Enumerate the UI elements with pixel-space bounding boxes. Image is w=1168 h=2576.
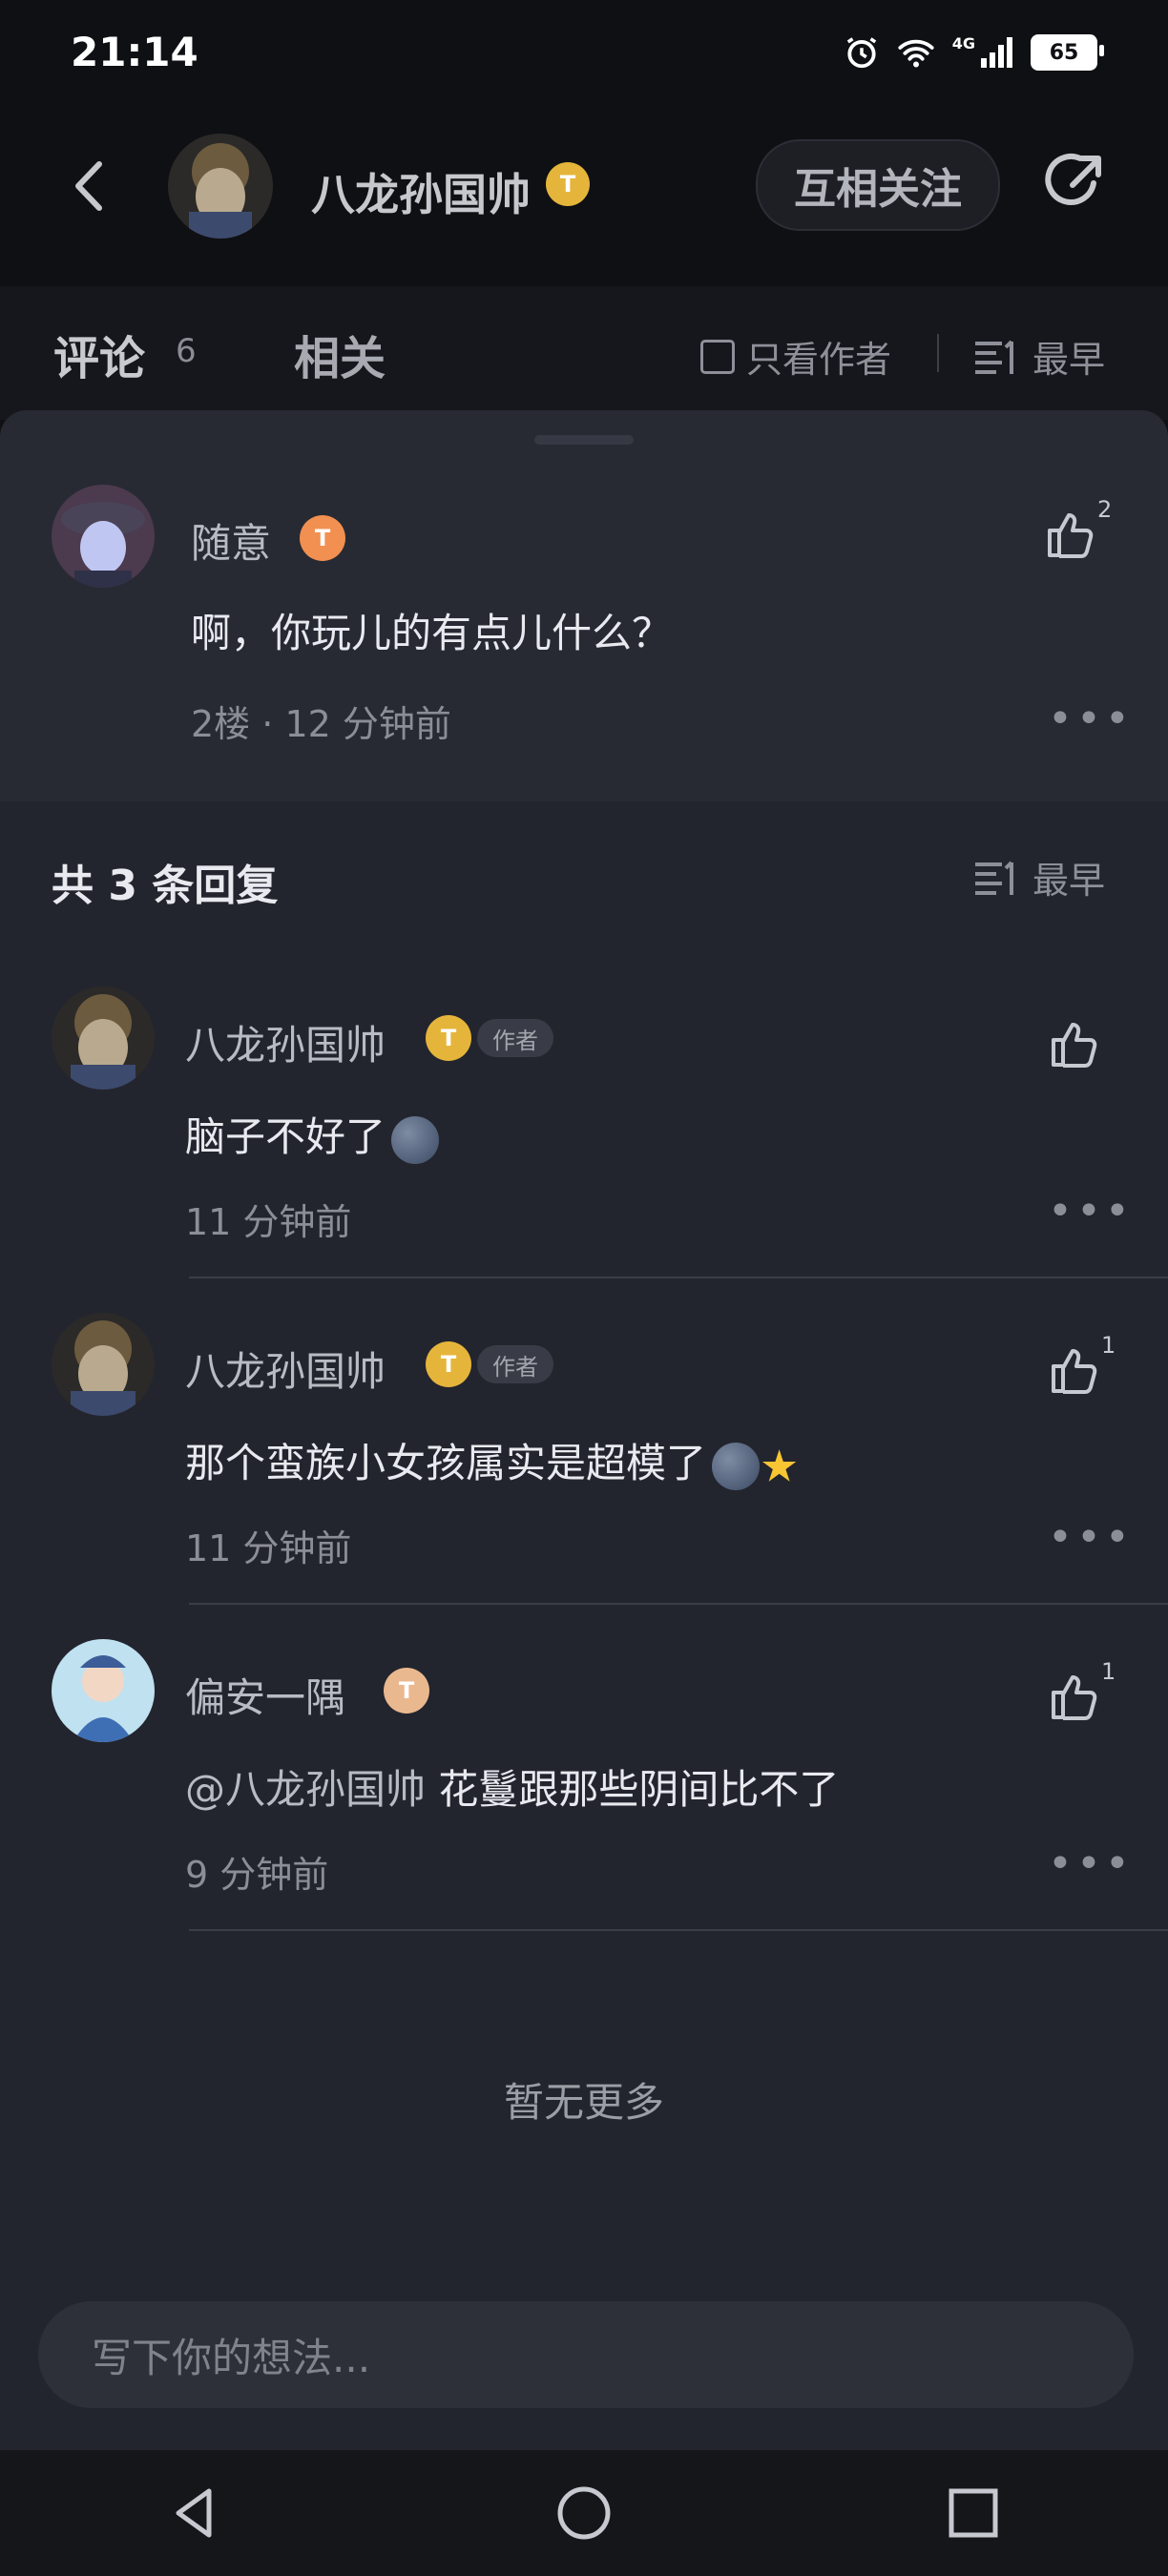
reply-username[interactable]: 八龙孙国帅 xyxy=(185,1013,386,1071)
divider xyxy=(189,1603,1168,1605)
network-type: 4G xyxy=(951,33,975,52)
battery-icon: 65 xyxy=(1031,34,1104,71)
no-more-label: 暂无更多 xyxy=(503,2079,664,2126)
drag-handle[interactable] xyxy=(534,435,634,445)
checkbox-icon xyxy=(700,339,735,374)
author-tag: 作者 xyxy=(477,1019,553,1057)
sort-button[interactable]: 最早 xyxy=(973,330,1105,383)
floor-label: 2楼 xyxy=(191,703,251,745)
tab-related[interactable]: 相关 xyxy=(294,321,386,387)
moon-face-emoji-icon xyxy=(391,1115,440,1164)
only-author-label: 只看作者 xyxy=(746,339,892,381)
avatar[interactable] xyxy=(52,1313,155,1416)
like-icon[interactable] xyxy=(1046,1668,1103,1725)
reply-username[interactable]: 偏安一隅 xyxy=(185,1666,345,1724)
status-time: 21:14 xyxy=(71,29,198,75)
only-author-toggle[interactable]: 只看作者 xyxy=(700,330,891,383)
battery-level: 65 xyxy=(1049,40,1079,65)
like-icon[interactable] xyxy=(1046,1341,1103,1399)
comment-time: 12 分钟前 xyxy=(284,703,451,745)
mention-link[interactable]: @八龙孙国帅 xyxy=(185,1766,426,1813)
reply-text: 脑子不好了 xyxy=(185,1105,440,1164)
comment-meta: 2楼 · 12 分钟前 xyxy=(191,703,451,745)
reply-time: 11 分钟前 xyxy=(185,1201,352,1243)
nav-back-icon[interactable] xyxy=(161,2480,228,2546)
nav-recents-icon[interactable] xyxy=(940,2480,1007,2546)
reply-text: 那个蛮族小女孩属实是超模了 ★ xyxy=(185,1440,800,1492)
reply-text: @八龙孙国帅 花鬘跟那些阴间比不了 xyxy=(185,1766,840,1813)
more-options-icon[interactable]: ••• xyxy=(1048,1191,1134,1233)
like-count: 2 xyxy=(1097,496,1113,523)
mutual-follow-button[interactable]: 互相关注 xyxy=(756,139,1000,231)
like-icon[interactable] xyxy=(1046,1015,1103,1072)
header-avatar[interactable] xyxy=(168,134,273,239)
more-options-icon[interactable]: ••• xyxy=(1048,1517,1134,1559)
divider xyxy=(189,1277,1168,1278)
header-title: 八龙孙国帅 xyxy=(311,169,531,220)
wifi-icon xyxy=(898,39,934,68)
moon-face-emoji-icon xyxy=(712,1442,761,1490)
avatar[interactable] xyxy=(52,485,155,588)
nav-home-icon[interactable] xyxy=(551,2480,617,2546)
like-count: 1 xyxy=(1101,1658,1116,1685)
avatar[interactable] xyxy=(52,987,155,1090)
sort-icon xyxy=(975,861,1013,895)
comment-text: 啊，你玩儿的有点儿什么？ xyxy=(191,610,673,656)
back-button[interactable] xyxy=(57,143,124,229)
like-icon[interactable] xyxy=(1042,506,1099,563)
signal-icon xyxy=(981,37,1012,68)
divider xyxy=(189,1929,1168,1931)
sort-label: 最早 xyxy=(1032,860,1106,902)
vip-badge-icon: T xyxy=(426,1015,471,1061)
comment-input[interactable]: 写下你的想法... xyxy=(38,2301,1134,2408)
replies-sort-button[interactable]: 最早 xyxy=(973,851,1105,904)
share-icon[interactable] xyxy=(1034,145,1113,223)
vip-badge-icon: T xyxy=(546,162,590,206)
like-count: 1 xyxy=(1101,1332,1116,1359)
star-emoji-icon: ★ xyxy=(760,1440,800,1492)
tab-divider xyxy=(937,334,939,372)
sort-icon xyxy=(975,340,1013,374)
author-tag: 作者 xyxy=(477,1345,553,1383)
tab-comments-count: 6 xyxy=(176,332,197,370)
system-navbar xyxy=(0,2450,1168,2576)
more-options-icon[interactable]: ••• xyxy=(1048,1843,1134,1885)
status-icons: 4G 65 xyxy=(844,33,1104,71)
vip-badge-icon: T xyxy=(300,515,345,561)
vip-badge-icon: T xyxy=(426,1341,471,1387)
tab-comments[interactable]: 评论 xyxy=(53,321,145,387)
alarm-icon xyxy=(846,37,876,69)
reply-time: 9 分钟前 xyxy=(185,1854,329,1896)
reply-time: 11 分钟前 xyxy=(185,1527,352,1569)
more-options-icon[interactable]: ••• xyxy=(1048,698,1134,740)
avatar[interactable] xyxy=(52,1639,155,1742)
vip-badge-icon: T xyxy=(384,1668,429,1714)
comment-username[interactable]: 随意 xyxy=(191,511,271,570)
sort-label: 最早 xyxy=(1032,339,1106,381)
replies-title: 共 3 条回复 xyxy=(52,862,279,910)
reply-username[interactable]: 八龙孙国帅 xyxy=(185,1340,386,1398)
